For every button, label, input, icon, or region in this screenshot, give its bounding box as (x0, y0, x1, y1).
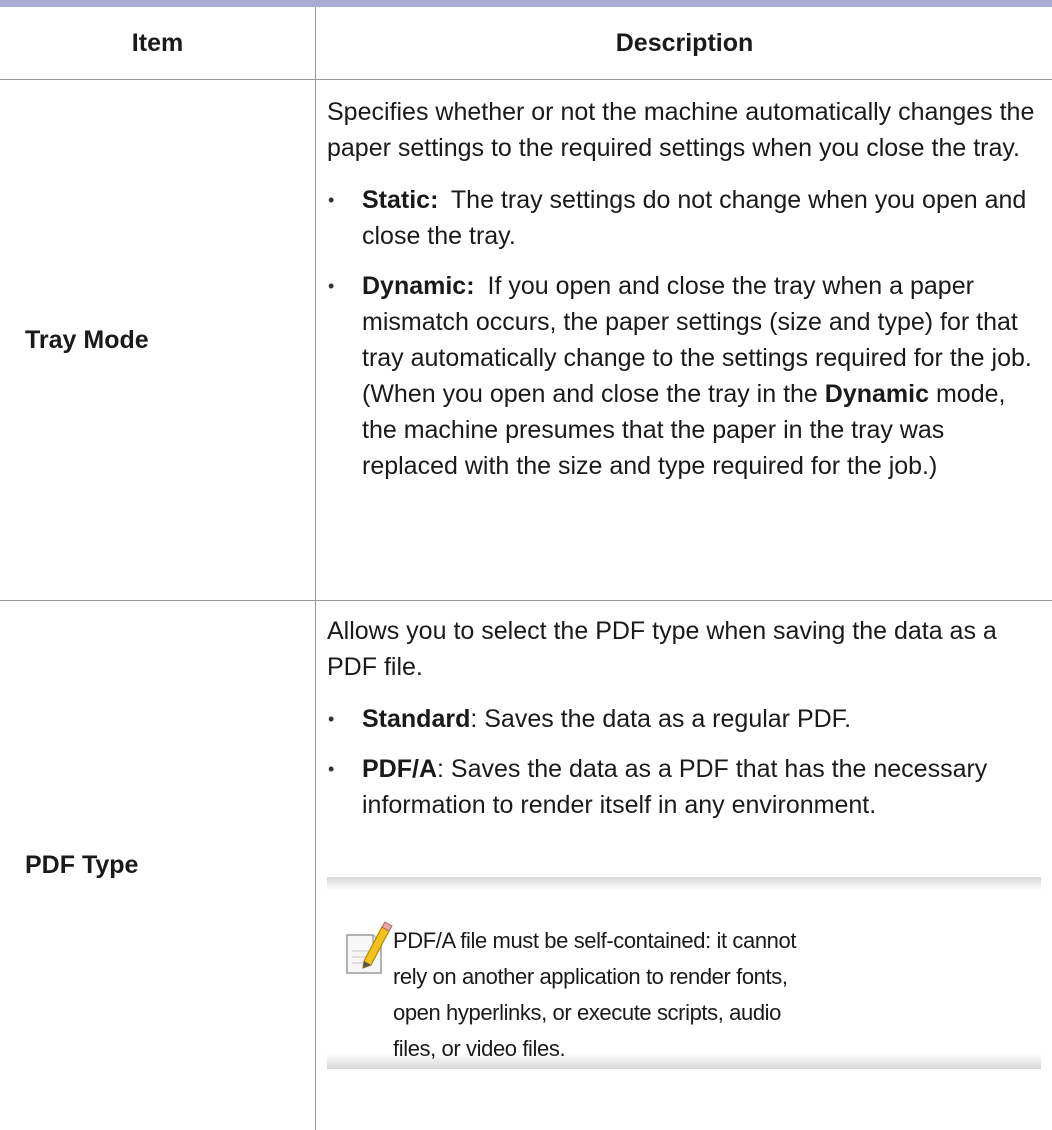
option-term: PDF/A (362, 755, 437, 783)
table-header-row: Item Description (0, 7, 1052, 80)
tray-mode-options: • Static: The tray settings do not chang… (327, 182, 1041, 484)
option-term: Dynamic: (362, 272, 475, 300)
table-row-pdf-type: PDF Type Allows you to select the PDF ty… (0, 601, 1052, 1130)
option-text: : Saves the data as a PDF that has the n… (362, 755, 987, 819)
bullet-icon: • (328, 751, 334, 787)
top-rule (0, 0, 1052, 7)
item-label-tray-mode: Tray Mode (0, 80, 316, 601)
bullet-icon: • (328, 268, 334, 304)
option-text: : Saves the data as a regular PDF. (470, 705, 851, 733)
option-static: • Static: The tray settings do not chang… (327, 182, 1041, 254)
note-text: PDF/A file must be self-contained: it ca… (393, 923, 813, 1067)
pdf-type-intro: Allows you to select the PDF type when s… (327, 613, 1041, 685)
option-pdf-a: • PDF/A: Saves the data as a PDF that ha… (327, 751, 1041, 823)
option-inline-term: Dynamic (825, 380, 929, 408)
settings-table: Item Description Tray Mode Specifies whe… (0, 7, 1052, 1130)
column-header-item: Item (0, 7, 316, 80)
option-text: The tray settings do not change when you… (362, 186, 1026, 250)
description-cell-tray-mode: Specifies whether or not the machine aut… (316, 80, 1052, 601)
tray-mode-intro: Specifies whether or not the machine aut… (327, 94, 1041, 166)
description-cell-pdf-type: Allows you to select the PDF type when s… (316, 601, 1052, 1130)
option-term: Static: (362, 186, 438, 214)
pdf-type-options: • Standard: Saves the data as a regular … (327, 701, 1041, 823)
note-box: PDF/A file must be self-contained: it ca… (327, 877, 1041, 1069)
bullet-icon: • (328, 701, 334, 737)
column-header-description: Description (316, 7, 1052, 80)
item-label-pdf-type: PDF Type (0, 601, 316, 1130)
document-page: Item Description Tray Mode Specifies whe… (0, 0, 1052, 1104)
option-term: Standard (362, 705, 470, 733)
option-dynamic: • Dynamic: If you open and close the tra… (327, 268, 1041, 484)
table-row-tray-mode: Tray Mode Specifies whether or not the m… (0, 80, 1052, 601)
option-standard: • Standard: Saves the data as a regular … (327, 701, 1041, 737)
note-pencil-icon (343, 921, 393, 977)
bullet-icon: • (328, 182, 334, 218)
